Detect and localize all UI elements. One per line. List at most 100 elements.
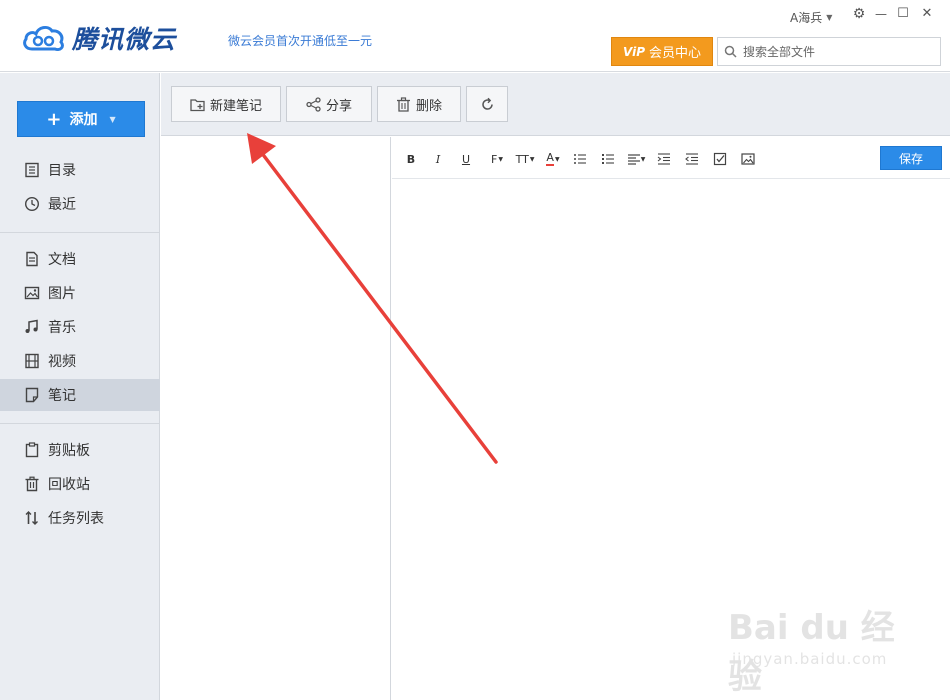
chevron-down-icon: ▼: [109, 114, 116, 124]
add-button[interactable]: + 添加 ▼: [17, 101, 145, 137]
sidebar-item-label: 目录: [48, 163, 76, 179]
sidebar-item-label: 最近: [48, 197, 76, 213]
numbered-list-button[interactable]: [598, 150, 618, 168]
font-color-label: A: [546, 151, 554, 166]
vip-center-label: 会员中心: [648, 46, 701, 61]
maximize-button[interactable]: ☐: [894, 5, 912, 23]
minimize-button[interactable]: —: [872, 5, 890, 23]
insert-image-button[interactable]: [738, 150, 758, 168]
sidebar-item-catalog[interactable]: 目录: [0, 154, 160, 186]
note-icon: [25, 387, 39, 403]
new-note-label: 新建笔记: [209, 98, 262, 114]
bullet-list-icon: [574, 154, 586, 164]
search-box[interactable]: [717, 37, 941, 66]
format-toolbar: B I U F ▼ TT ▼ A ▼ ▼ 保存: [392, 137, 950, 179]
sidebar-item-recycle-bin[interactable]: 回收站: [0, 468, 160, 500]
trash-icon: [25, 476, 39, 492]
main-toolbar: 新建笔记 分享 删除: [161, 73, 950, 136]
chevron-down-icon: ▼: [554, 155, 560, 163]
font-family-button[interactable]: F ▼: [485, 150, 509, 168]
align-button[interactable]: ▼: [624, 150, 648, 168]
outdent-button[interactable]: [682, 150, 702, 168]
note-list-pane[interactable]: [161, 137, 391, 700]
indent-button[interactable]: [654, 150, 674, 168]
sidebar-item-music[interactable]: 音乐: [0, 311, 160, 343]
indent-icon: [657, 153, 670, 165]
sidebar-item-documents[interactable]: 文档: [0, 243, 160, 275]
bullet-list-button[interactable]: [570, 150, 590, 168]
trash-icon: [396, 96, 410, 112]
sidebar-item-label: 视频: [48, 354, 76, 370]
font-color-button[interactable]: A ▼: [541, 150, 565, 168]
refresh-button[interactable]: [466, 86, 508, 122]
watermark: Bai du 经验 jingyan.baidu.com: [728, 600, 908, 697]
numbered-list-icon: [602, 154, 614, 164]
sidebar-item-notes[interactable]: 笔记: [0, 379, 160, 411]
checkbox-button[interactable]: [710, 150, 730, 168]
add-button-label: 添加: [69, 112, 98, 128]
promo-link[interactable]: 微云会员首次开通低至一元: [228, 32, 372, 49]
underline-button[interactable]: U: [456, 150, 476, 168]
clipboard-icon: [25, 442, 39, 458]
close-button[interactable]: ✕: [918, 5, 936, 23]
share-icon: [306, 96, 321, 112]
sidebar-item-images[interactable]: 图片: [0, 277, 160, 309]
delete-label: 删除: [415, 98, 442, 114]
sidebar-item-videos[interactable]: 视频: [0, 345, 160, 377]
title-bar: 腾讯微云 微云会员首次开通低至一元 A海兵 ▼ ⚙ — ☐ ✕ ViP 会员中心: [0, 0, 950, 72]
sidebar-item-label: 任务列表: [48, 511, 104, 527]
italic-button[interactable]: I: [428, 150, 448, 168]
sidebar-divider: [0, 232, 160, 233]
chevron-down-icon: ▼: [640, 155, 646, 163]
image-icon: [741, 153, 755, 165]
cloud-logo-icon: [23, 25, 64, 51]
app-logo: 腾讯微云: [22, 20, 176, 56]
sidebar-item-label: 剪贴板: [48, 443, 90, 459]
music-icon: [25, 319, 38, 333]
sidebar: + 添加 ▼ 目录 最近 文档 图片 音乐 视频 笔记 剪贴板 回收站 任务列表: [0, 73, 160, 700]
video-icon: [25, 353, 39, 369]
sidebar-divider: [0, 423, 160, 424]
clock-icon: [24, 196, 40, 212]
sidebar-item-label: 文档: [48, 252, 76, 268]
checkbox-icon: [713, 152, 727, 166]
refresh-icon: [481, 97, 493, 110]
new-note-button[interactable]: 新建笔记: [171, 86, 281, 122]
vip-center-button[interactable]: ViP 会员中心: [611, 37, 713, 66]
search-input[interactable]: [743, 44, 933, 59]
chevron-down-icon: ▼: [498, 155, 503, 163]
user-name: A海兵: [790, 11, 823, 25]
app-logo-text: 腾讯微云: [72, 25, 177, 54]
user-menu[interactable]: A海兵 ▼: [790, 9, 832, 26]
sidebar-item-label: 图片: [48, 286, 76, 302]
sidebar-item-label: 音乐: [48, 320, 76, 336]
watermark-brand: Bai du 经验: [728, 608, 895, 697]
transfer-icon: [25, 511, 38, 525]
new-folder-icon: [190, 98, 205, 111]
outdent-icon: [685, 153, 698, 165]
sidebar-item-label: 笔记: [48, 388, 76, 404]
share-label: 分享: [325, 98, 352, 114]
vip-badge: ViP: [623, 44, 645, 59]
watermark-url: jingyan.baidu.com: [732, 650, 888, 668]
bold-button[interactable]: B: [401, 150, 421, 168]
font-size-label: TT: [515, 152, 529, 166]
settings-gear-icon[interactable]: ⚙: [850, 5, 868, 23]
sidebar-item-task-list[interactable]: 任务列表: [0, 502, 160, 534]
font-family-label: F: [491, 152, 498, 166]
align-left-icon: [627, 154, 640, 165]
sidebar-item-recent[interactable]: 最近: [0, 188, 160, 220]
search-icon: [724, 45, 737, 58]
save-button[interactable]: 保存: [880, 146, 942, 170]
delete-button[interactable]: 删除: [377, 86, 461, 122]
document-icon: [26, 251, 38, 267]
chevron-down-icon: ▼: [826, 13, 833, 22]
font-size-button[interactable]: TT ▼: [512, 150, 538, 168]
sidebar-item-clipboard[interactable]: 剪贴板: [0, 434, 160, 466]
plus-icon: +: [46, 108, 62, 130]
sidebar-item-label: 回收站: [48, 477, 90, 493]
chevron-down-icon: ▼: [529, 155, 535, 163]
image-icon: [24, 286, 40, 300]
catalog-icon: [25, 162, 39, 178]
share-button[interactable]: 分享: [286, 86, 372, 122]
